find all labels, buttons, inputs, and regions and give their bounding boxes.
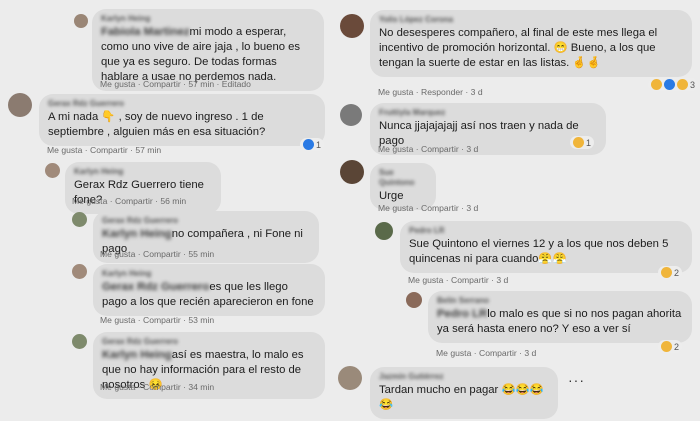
comment-bubble: Pedro LR Sue Quintono el viernes 12 y a … [400,221,692,273]
sad-reaction-icon [573,137,584,148]
reaction-count[interactable]: 1 [300,138,325,151]
comment-text: A mi nada 👇 , soy de nuevo ingreso . 1 d… [48,111,266,138]
avatar[interactable] [72,264,87,279]
avatar[interactable] [72,334,87,349]
comment-author[interactable]: Gerax Rdz Guerrero [48,99,316,109]
reaction-count[interactable]: 1 [570,136,595,149]
comment-author[interactable]: Karlyn Heing [74,167,212,177]
comment-meta[interactable]: Me gusta · Compartir · 3 d [378,203,478,213]
comment-bubble: Yolis López Corona No desesperes compañe… [370,10,692,77]
mention-name[interactable]: Gerax Rdz Guerrero [102,281,209,293]
comment-author[interactable]: Fruttiyla Marquez [379,108,597,118]
sad-reaction-icon [651,79,662,90]
comment-text: Sue Quintono el viernes 12 y a los que n… [409,238,669,265]
comment-meta[interactable]: Me gusta · Compartir · 3 d [378,144,478,154]
avatar[interactable] [8,93,32,117]
comment-bubble: Jazmín Gutiérrez Tardan mucho en pagar 😂… [370,367,558,419]
mention-name[interactable]: Karlyn Heing [102,349,172,361]
comment-meta[interactable]: Me gusta · Compartir · 34 min [100,382,214,392]
comment-text: Tardan mucho en pagar 😂😂😂😂 [379,384,544,411]
comment-bubble: Karlyn Heing Gerax Rdz Guerrero tiene fo… [65,162,221,214]
mention-name[interactable]: Fabiola Martinez [101,26,190,38]
comment-bubble: Belín Serrano Pedro LRlo malo es que si … [428,291,692,343]
sad-reaction-icon [661,341,672,352]
avatar[interactable] [74,14,88,28]
comment-author[interactable]: Gerax Rdz Guerrero [102,337,316,347]
like-reaction-icon [664,79,675,90]
avatar[interactable] [375,222,393,240]
comment-bubble: Karlyn Heing Gerax Rdz Guerreroes que le… [93,264,325,316]
comment-author[interactable]: Sue Quintono [379,168,427,188]
avatar[interactable] [338,366,362,390]
mention-name[interactable]: Pedro LR [437,308,487,320]
mention-name[interactable]: Karlyn Heing [102,228,172,240]
comment-author[interactable]: Pedro LR [409,226,683,236]
care-reaction-icon [677,79,688,90]
comment-meta[interactable]: Me gusta · Compartir · 53 min [100,315,214,325]
avatar[interactable] [406,292,422,308]
comment-author[interactable]: Karlyn Heing [102,269,316,279]
sad-reaction-icon [661,267,672,278]
comment-text: Nunca jjajajajajj así nos traen y nada d… [379,120,579,147]
avatar[interactable] [340,104,362,126]
reaction-count[interactable]: 2 [658,340,683,353]
comment-meta[interactable]: Me gusta · Compartir · 3 d [408,275,508,285]
comment-meta[interactable]: Me gusta · Compartir · 3 d [436,348,536,358]
more-options-icon[interactable]: ··· [568,372,585,388]
comment-meta[interactable]: Me gusta · Compartir · 56 min [72,196,186,206]
comment-text: Urge [379,190,404,202]
comment-meta[interactable]: Me gusta · Compartir · 57 min · Editado [100,79,251,89]
avatar[interactable] [340,14,364,38]
comment-meta[interactable]: Me gusta · Compartir · 57 min [47,145,161,155]
comment-author[interactable]: Gerax Rdz Guerrero [102,216,310,226]
reaction-count[interactable]: 2 [658,266,683,279]
comment-meta[interactable]: Me gusta · Compartir · 55 min [100,249,214,259]
comment-author[interactable]: Karlyn Heing [101,14,315,24]
comment-meta[interactable]: Me gusta · Responder · 3 d [378,87,483,97]
comment-author[interactable]: Jazmín Gutiérrez [379,372,549,382]
comment-text: No desesperes compañero, al final de est… [379,27,658,69]
comment-author[interactable]: Belín Serrano [437,296,683,306]
comment-bubble: Gerax Rdz Guerrero A mi nada 👇 , soy de … [39,94,325,146]
avatar[interactable] [45,163,60,178]
comment-author[interactable]: Yolis López Corona [379,15,683,25]
avatar[interactable] [72,212,87,227]
avatar[interactable] [340,160,364,184]
reaction-count[interactable]: 3 [648,78,699,91]
like-reaction-icon [303,139,314,150]
